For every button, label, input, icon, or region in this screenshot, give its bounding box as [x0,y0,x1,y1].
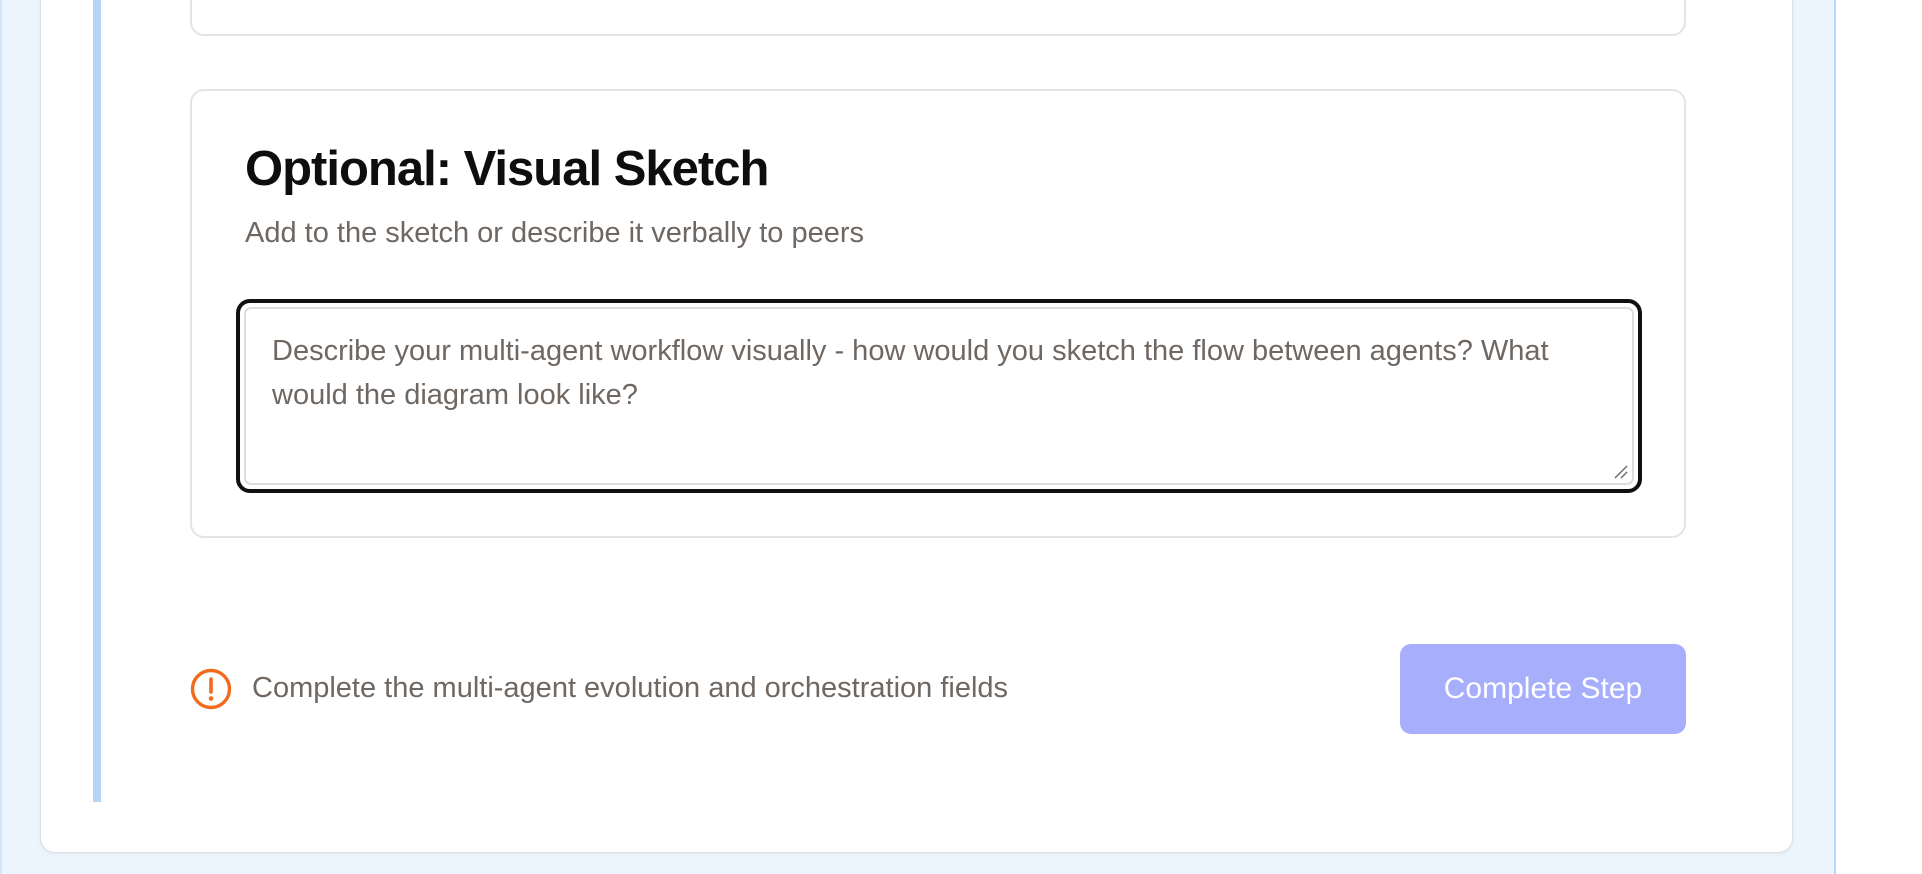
validation-message: Complete the multi-agent evolution and o… [252,672,1009,704]
page-edge [0,0,2,874]
previous-section-card [190,0,1686,36]
textarea-focus-ring [236,299,1642,493]
resize-handle-icon[interactable] [1614,465,1628,479]
section-title: Optional: Visual Sketch [245,142,769,196]
complete-step-button[interactable]: Complete Step [1400,644,1686,734]
alert-circle-icon [190,668,232,710]
visual-sketch-card: Optional: Visual Sketch Add to the sketc… [190,89,1686,538]
sketch-description-textarea[interactable] [244,307,1634,485]
section-subtitle: Add to the sketch or describe it verball… [245,217,864,249]
step-accent-bar [93,0,101,802]
step-footer: Complete the multi-agent evolution and o… [190,644,1686,734]
